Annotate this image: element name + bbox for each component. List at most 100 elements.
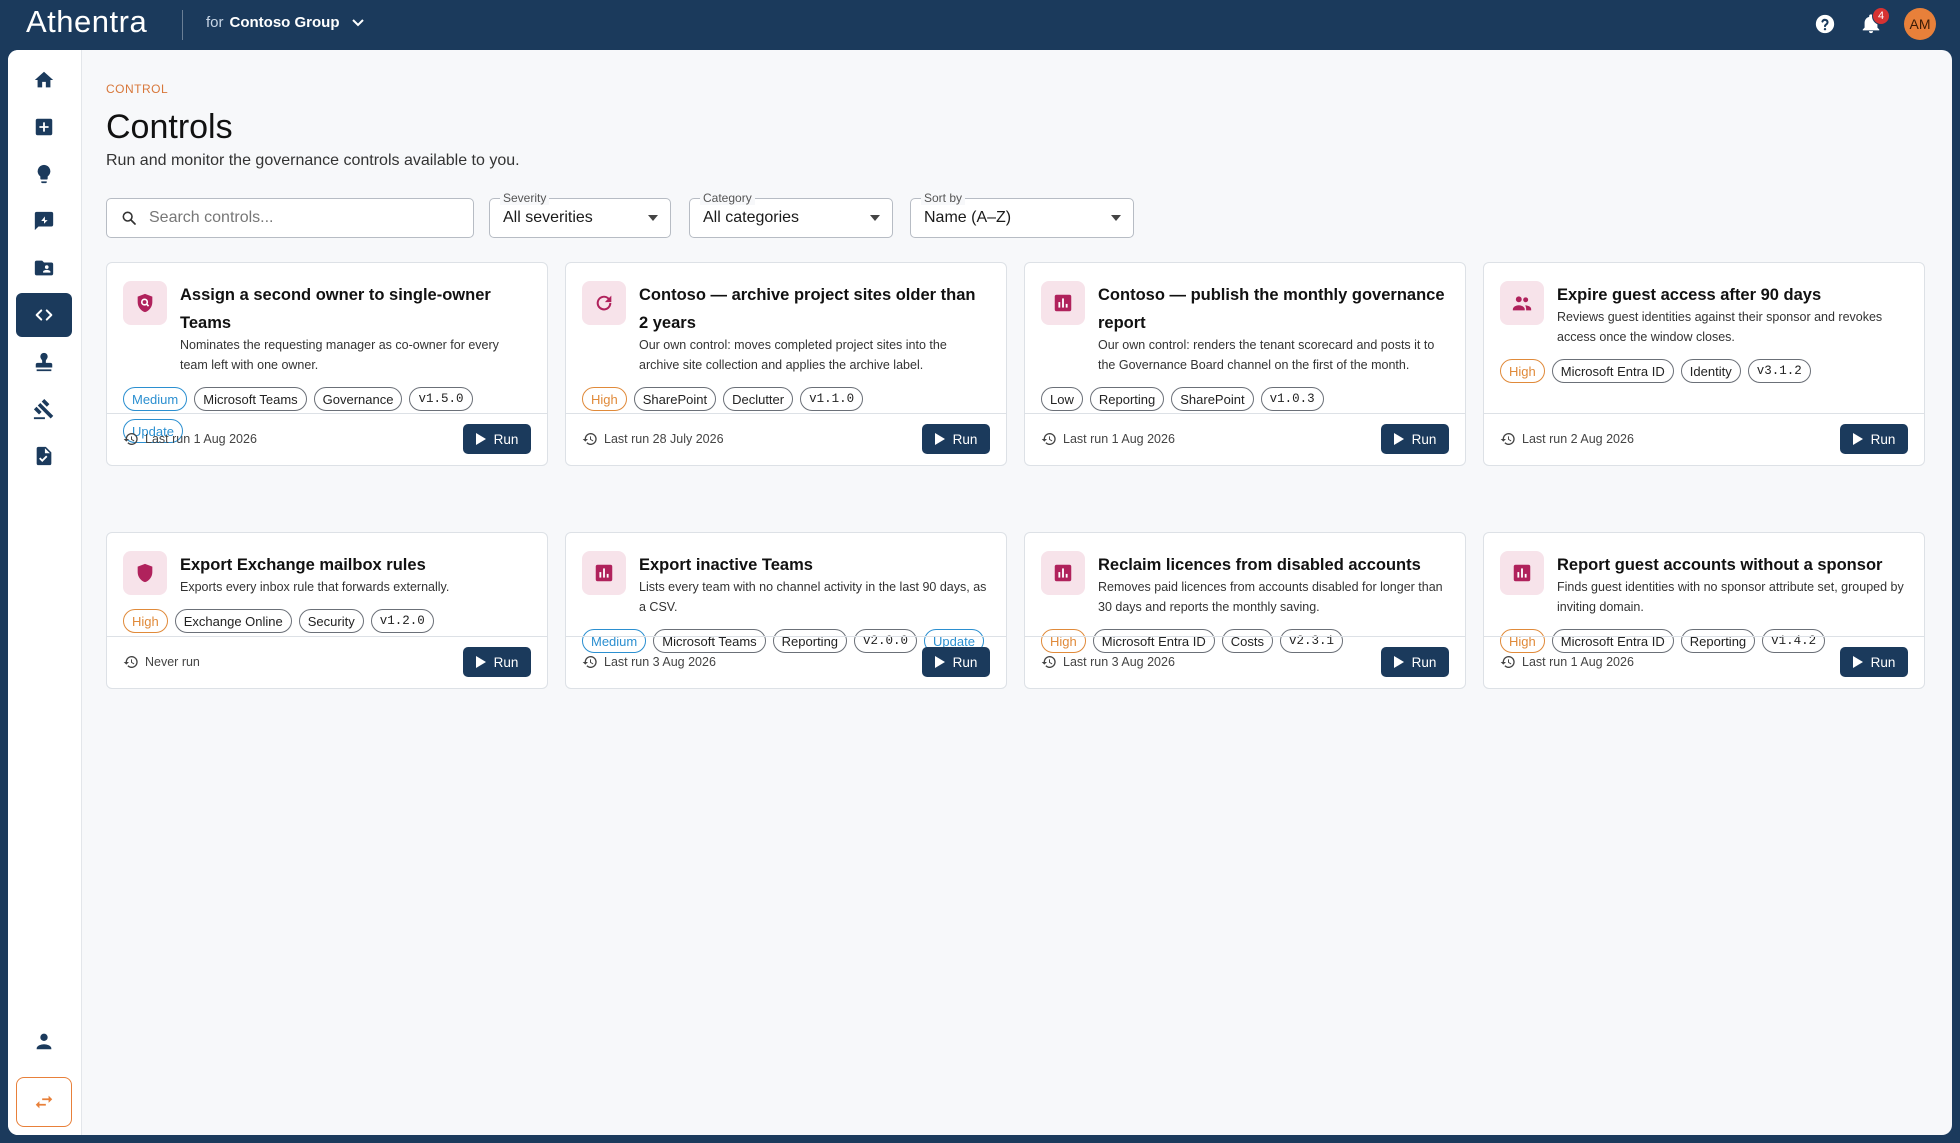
last-run-text: Last run 1 Aug 2026 (145, 432, 257, 446)
control-card[interactable]: Assign a second owner to single-owner Te… (106, 262, 548, 466)
control-card[interactable]: Export inactive Teams Lists every team wi… (565, 532, 1007, 689)
run-button[interactable]: Run (922, 647, 990, 677)
control-title[interactable]: Contoso — publish the monthly governance… (1098, 281, 1447, 337)
control-title[interactable]: Export inactive Teams (639, 551, 988, 579)
tenant-prefix: for (206, 14, 224, 31)
tag-chip: Security (298, 609, 364, 633)
switch-context-button[interactable] (16, 1077, 72, 1127)
severity-chip: High (582, 387, 627, 411)
last-run: Last run 1 Aug 2026 (1041, 431, 1175, 447)
last-run-text: Last run 28 July 2026 (604, 432, 724, 446)
run-button-label: Run (952, 654, 978, 670)
page-subtitle: Run and monitor the governance controls … (106, 152, 520, 169)
card-divider (1025, 636, 1465, 637)
run-button[interactable]: Run (1381, 647, 1449, 677)
nav-profile[interactable] (16, 1019, 72, 1063)
tenant-switcher[interactable]: for Contoso Group (206, 14, 364, 31)
task-doc-icon (36, 446, 52, 466)
gavel-icon (33, 399, 54, 420)
tenant-name: Contoso Group (229, 14, 340, 31)
nav-add[interactable] (16, 105, 72, 149)
control-card[interactable]: Contoso — archive project sites older th… (565, 262, 1007, 466)
notifications-bell-icon[interactable]: 4 (1858, 7, 1890, 37)
nav-insights[interactable] (16, 152, 72, 196)
main-panel: CONTROL Controls Run and monitor the gov… (8, 50, 1952, 1135)
last-run-text: Last run 3 Aug 2026 (604, 655, 716, 669)
play-icon (1852, 433, 1863, 445)
search-input[interactable] (149, 209, 449, 227)
control-title[interactable]: Expire guest access after 90 days (1557, 281, 1906, 309)
control-title[interactable]: Contoso — archive project sites older th… (639, 281, 988, 337)
tag-chip: Microsoft Teams (653, 629, 766, 653)
search-box[interactable] (106, 198, 474, 238)
run-button[interactable]: Run (463, 647, 531, 677)
control-card[interactable]: Reclaim licences from disabled accounts R… (1024, 532, 1466, 689)
nav-feedback[interactable] (16, 199, 72, 243)
control-description: Reviews guest identities against their s… (1557, 310, 1883, 344)
severity-label: Severity (500, 191, 550, 205)
people-icon (1512, 296, 1532, 311)
run-button[interactable]: Run (922, 424, 990, 454)
category-value: All categories (703, 209, 800, 226)
play-icon (1393, 433, 1404, 445)
run-button[interactable]: Run (1840, 424, 1908, 454)
nav-approvals[interactable] (16, 340, 72, 384)
last-run-text: Last run 2 Aug 2026 (1522, 432, 1634, 446)
control-card[interactable]: Contoso — publish the monthly governance… (1024, 262, 1466, 466)
help-icon[interactable] (1812, 11, 1838, 37)
tag-chip: Governance (313, 387, 403, 411)
tag-chip: Identity (1680, 359, 1741, 383)
control-title[interactable]: Assign a second owner to single-owner Te… (180, 281, 529, 337)
sort-value: Name (A–Z) (924, 209, 1012, 226)
brand-logo[interactable]: Athentra (26, 4, 147, 40)
run-button[interactable]: Run (1381, 424, 1449, 454)
card-divider (107, 636, 547, 637)
shield-search-icon (137, 293, 153, 313)
nav-controls[interactable] (16, 293, 72, 337)
add-box-icon (35, 118, 53, 136)
tag-chip: Reporting (772, 629, 848, 653)
control-icon-box (582, 281, 626, 325)
control-title[interactable]: Reclaim licences from disabled accounts (1098, 551, 1447, 579)
sort-select[interactable]: Sort by Name (A–Z) (910, 191, 1134, 238)
history-icon (1041, 432, 1056, 445)
severity-select[interactable]: Severity All severities (489, 191, 671, 238)
severity-chip: High (1500, 629, 1545, 653)
history-icon (1500, 432, 1515, 445)
tag-chip: Costs (1221, 629, 1274, 653)
tag-chip: Exchange Online (174, 609, 292, 633)
category-select[interactable]: Category All categories (689, 191, 893, 238)
control-card[interactable]: Export Exchange mailbox rules Exports eve… (106, 532, 548, 689)
play-icon (1852, 656, 1863, 668)
nav-tasks[interactable] (16, 434, 72, 478)
tag-chip: Microsoft Entra ID (1551, 629, 1674, 653)
control-card[interactable]: Expire guest access after 90 days Reviews… (1483, 262, 1925, 466)
control-description: Removes paid licences from accounts disa… (1098, 580, 1443, 614)
card-divider (107, 413, 547, 414)
control-title[interactable]: Export Exchange mailbox rules (180, 551, 529, 579)
user-avatar[interactable]: AM (1904, 8, 1936, 40)
version-chip: v2.3.1 (1280, 629, 1344, 653)
tag-chip: Reporting (1680, 629, 1756, 653)
last-run: Last run 1 Aug 2026 (1500, 654, 1634, 670)
run-button-label: Run (952, 431, 978, 447)
last-run: Never run (123, 654, 200, 670)
nav-home[interactable] (16, 58, 72, 102)
control-card[interactable]: Report guest accounts without a sponsor F… (1483, 532, 1925, 689)
play-icon (475, 433, 486, 445)
home-icon (34, 71, 54, 88)
version-chip: v1.5.0 (409, 387, 473, 411)
last-run: Last run 2 Aug 2026 (1500, 431, 1634, 447)
last-run-text: Last run 1 Aug 2026 (1522, 655, 1634, 669)
run-button[interactable]: Run (1840, 647, 1908, 677)
control-description: Lists every team with no channel activit… (639, 580, 987, 614)
nav-folders[interactable] (16, 246, 72, 290)
nav-policies[interactable] (16, 387, 72, 431)
tag-chip: Microsoft Teams (194, 387, 307, 411)
run-button-label: Run (1870, 431, 1896, 447)
card-divider (1484, 413, 1924, 414)
control-title[interactable]: Report guest accounts without a sponsor (1557, 551, 1906, 579)
run-button[interactable]: Run (463, 424, 531, 454)
search-icon (122, 211, 136, 225)
play-icon (934, 433, 945, 445)
